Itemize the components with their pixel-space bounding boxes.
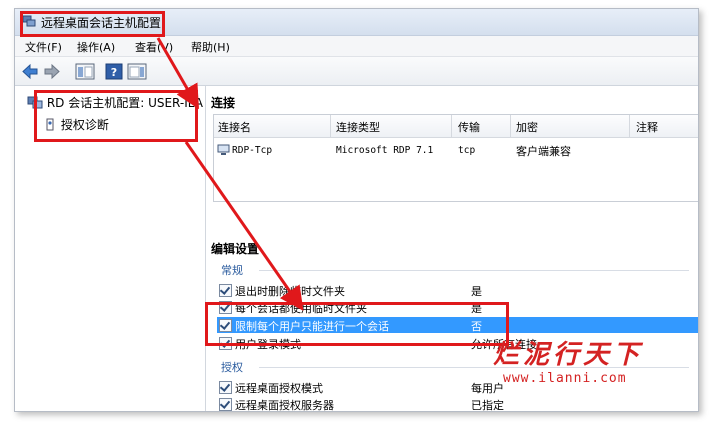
arrow-title-to-tree [156, 37, 199, 110]
watermark-title: 烂泥行天下 [493, 340, 644, 370]
arrow-tree-to-setting [184, 141, 304, 311]
watermark: 烂泥行天下 www.ilanni.com [493, 334, 643, 386]
watermark-url: www.ilanni.com [503, 371, 627, 386]
